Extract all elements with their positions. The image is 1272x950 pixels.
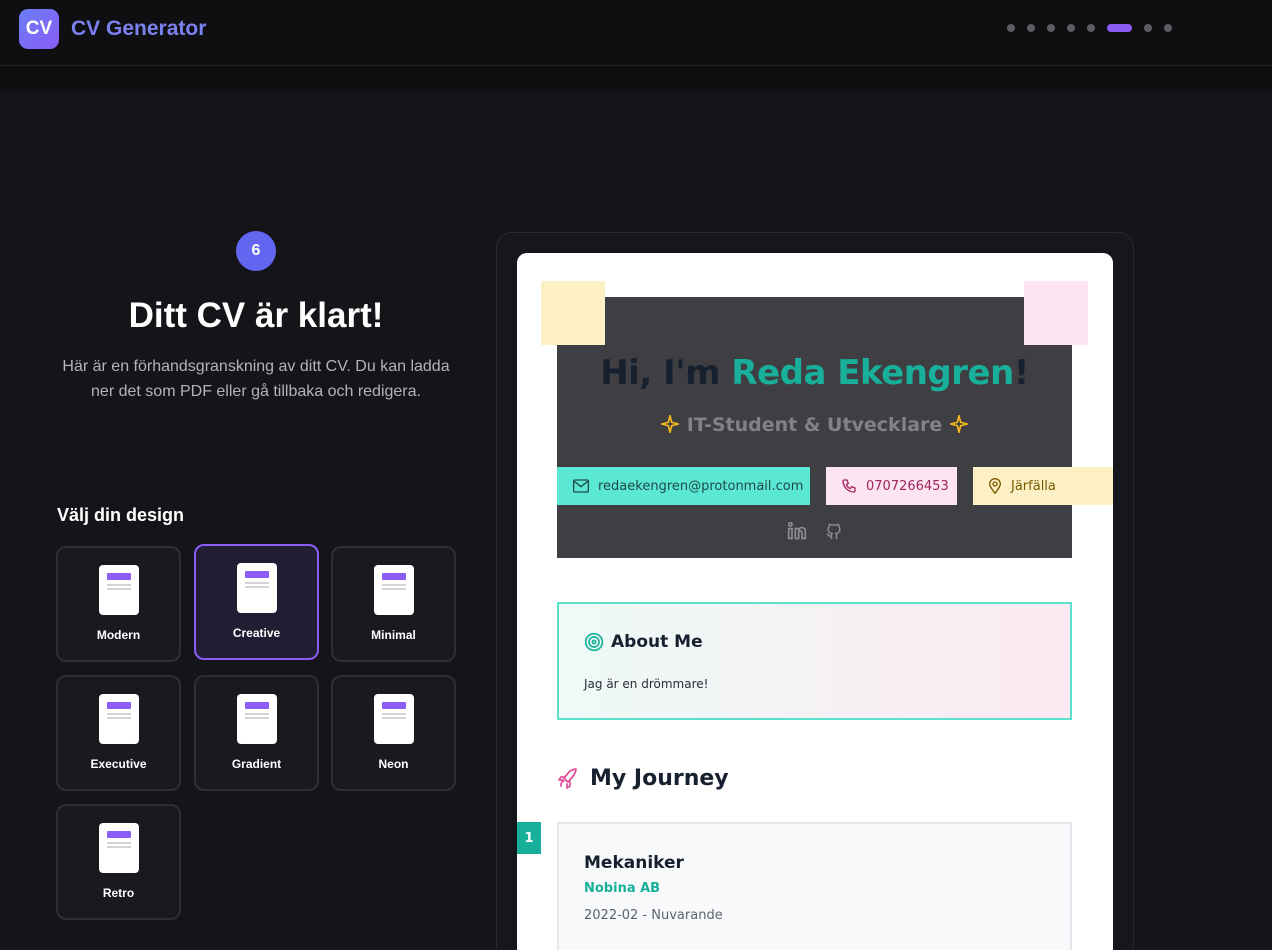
design-option-gradient[interactable]: Gradient bbox=[194, 675, 319, 791]
page-title: Ditt CV är klart! bbox=[128, 296, 384, 335]
decorative-square-yellow bbox=[541, 281, 605, 345]
design-option-modern[interactable]: Modern bbox=[56, 546, 181, 662]
sparkle-icon bbox=[949, 414, 969, 436]
step-dot-8[interactable] bbox=[1164, 24, 1172, 32]
cv-preview[interactable]: Hi, I'm Reda Ekengren! IT-Student & Utve… bbox=[517, 253, 1113, 950]
linkedin-icon[interactable] bbox=[787, 521, 807, 541]
about-section: About Me Jag är en drömmare! bbox=[557, 602, 1072, 720]
email-text: redaekengren@protonmail.com bbox=[598, 478, 804, 494]
cv-role: IT-Student & Utvecklare bbox=[557, 414, 1072, 436]
document-icon bbox=[374, 694, 414, 744]
decorative-square-pink bbox=[1024, 281, 1088, 345]
step-number-badge: 6 bbox=[236, 231, 276, 271]
step-dot-1[interactable] bbox=[1007, 24, 1015, 32]
step-dot-2[interactable] bbox=[1027, 24, 1035, 32]
design-option-label: Modern bbox=[96, 628, 141, 642]
location-text: Järfälla bbox=[1011, 478, 1056, 494]
step-dot-5[interactable] bbox=[1087, 24, 1095, 32]
cv-name: Reda Ekengren bbox=[731, 353, 1014, 393]
app-logo[interactable]: CV bbox=[19, 9, 59, 49]
github-icon[interactable] bbox=[824, 521, 844, 541]
map-pin-icon bbox=[988, 478, 1002, 494]
top-bar: CV CV Generator bbox=[0, 0, 1272, 66]
document-icon bbox=[237, 563, 277, 613]
step-dot-3[interactable] bbox=[1047, 24, 1055, 32]
sub-bar bbox=[0, 66, 1272, 92]
design-option-label: Executive bbox=[90, 757, 147, 771]
design-option-executive[interactable]: Executive bbox=[56, 675, 181, 791]
sparkle-icon bbox=[660, 414, 687, 436]
mail-icon bbox=[573, 479, 589, 493]
about-title: About Me bbox=[611, 632, 703, 652]
location-chip: Järfälla bbox=[973, 467, 1113, 505]
design-option-creative[interactable]: Creative bbox=[194, 544, 319, 660]
step-indicator bbox=[1007, 24, 1172, 32]
email-chip[interactable]: redaekengren@protonmail.com bbox=[557, 467, 810, 505]
document-icon bbox=[237, 694, 277, 744]
design-option-label: Minimal bbox=[371, 628, 416, 642]
design-option-label: Creative bbox=[232, 626, 281, 640]
design-option-neon[interactable]: Neon bbox=[331, 675, 456, 791]
job-title: Mekaniker bbox=[584, 853, 684, 873]
phone-icon bbox=[842, 479, 856, 493]
design-option-retro[interactable]: Retro bbox=[56, 804, 181, 920]
design-option-label: Neon bbox=[378, 757, 409, 771]
job-company: Nobina AB bbox=[584, 881, 661, 896]
target-icon bbox=[584, 632, 604, 652]
document-icon bbox=[99, 694, 139, 744]
document-icon bbox=[99, 565, 139, 615]
cv-greeting: Hi, I'm Reda Ekengren! bbox=[600, 353, 1029, 393]
step-dot-7[interactable] bbox=[1144, 24, 1152, 32]
design-heading: Välj din design bbox=[57, 505, 185, 525]
step-dot-6-active[interactable] bbox=[1107, 24, 1132, 32]
design-option-label: Retro bbox=[102, 886, 135, 900]
phone-text: 0707266453 bbox=[866, 478, 949, 494]
rocket-icon bbox=[558, 768, 577, 789]
journey-title: My Journey bbox=[590, 766, 729, 791]
phone-chip[interactable]: 0707266453 bbox=[826, 467, 957, 505]
job-dates: 2022-02 - Nuvarande bbox=[584, 908, 723, 923]
document-icon bbox=[374, 565, 414, 615]
app-title[interactable]: CV Generator bbox=[71, 17, 206, 41]
step-dot-4[interactable] bbox=[1067, 24, 1075, 32]
about-text: Jag är en drömmare! bbox=[584, 677, 709, 691]
job-number-badge: 1 bbox=[517, 822, 541, 854]
design-option-minimal[interactable]: Minimal bbox=[331, 546, 456, 662]
page-description: Här är en förhandsgranskning av ditt CV.… bbox=[62, 358, 450, 400]
document-icon bbox=[99, 823, 139, 873]
job-card: Mekaniker Nobina AB 2022-02 - Nuvarande bbox=[557, 822, 1072, 950]
design-option-label: Gradient bbox=[231, 757, 282, 771]
